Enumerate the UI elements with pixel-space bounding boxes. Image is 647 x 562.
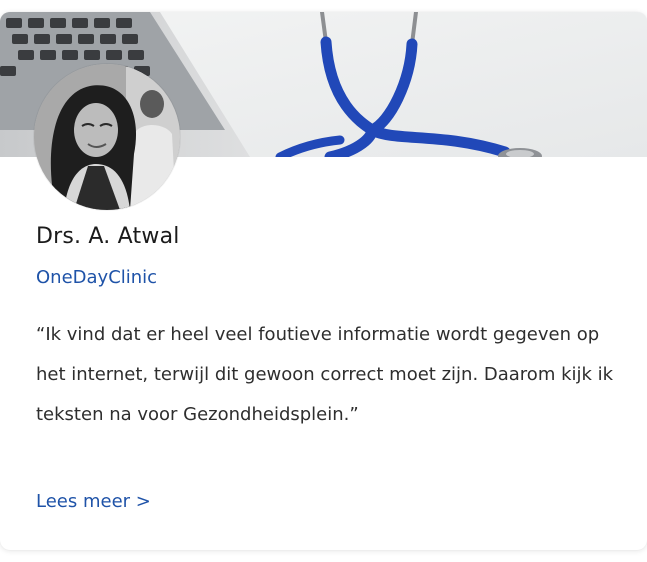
avatar	[34, 64, 180, 210]
testimonial-card: Drs. A. Atwal OneDayClinic “Ik vind dat …	[0, 12, 647, 550]
testimonial-quote: “Ik vind dat er heel veel foutieve infor…	[36, 324, 614, 425]
person-name: Drs. A. Atwal	[36, 224, 180, 249]
read-more-link[interactable]: Lees meer >	[36, 491, 151, 512]
organization-link[interactable]: OneDayClinic	[36, 267, 157, 288]
page: Drs. A. Atwal OneDayClinic “Ik vind dat …	[0, 0, 647, 562]
